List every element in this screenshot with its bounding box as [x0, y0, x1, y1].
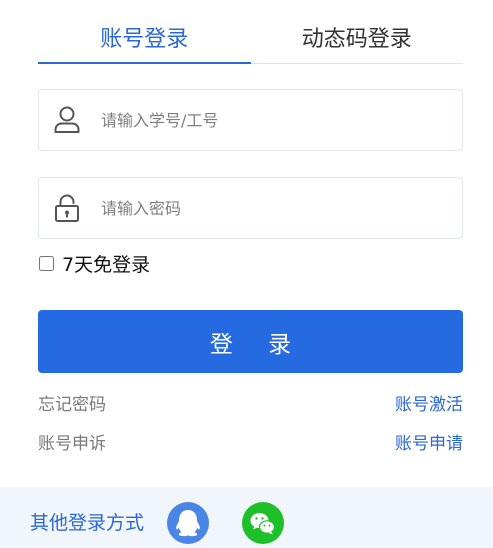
username-input[interactable]	[101, 90, 451, 150]
other-login-label: 其他登录方式	[30, 512, 145, 534]
remember-label: 7天免登录	[62, 253, 151, 276]
unlock-icon	[52, 193, 82, 223]
remember-checkbox[interactable]	[39, 255, 54, 271]
qq-icon[interactable]	[167, 502, 209, 544]
tab-dynamic-code-login[interactable]: 动态码登录	[251, 18, 464, 63]
remember-me[interactable]: 7天免登录	[38, 250, 150, 276]
activate-account-link[interactable]: 账号激活	[395, 394, 463, 416]
password-input[interactable]	[101, 178, 451, 238]
wechat-icon[interactable]	[242, 502, 284, 544]
login-button[interactable]: 登 录	[38, 310, 463, 373]
other-login-panel: 其他登录方式	[0, 487, 493, 548]
password-field[interactable]	[38, 177, 463, 239]
login-tabs: 账号登录 动态码登录	[38, 18, 463, 64]
account-appeal-link[interactable]: 账号申诉	[38, 433, 106, 455]
user-icon	[52, 105, 82, 135]
tab-account-login[interactable]: 账号登录	[38, 18, 251, 64]
forgot-password-link[interactable]: 忘记密码	[38, 394, 106, 416]
username-field[interactable]	[38, 89, 463, 151]
account-apply-link[interactable]: 账号申请	[395, 433, 463, 455]
